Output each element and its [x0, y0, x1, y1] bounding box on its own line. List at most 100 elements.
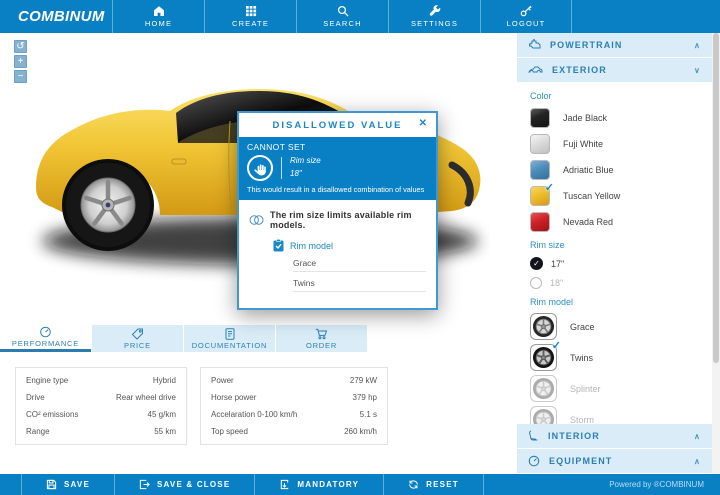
color-option-label: Fuji White — [563, 139, 604, 149]
stop-hand-icon — [247, 155, 273, 181]
performance-gauge-icon — [39, 326, 52, 338]
related-rim-twins[interactable]: Twins — [293, 272, 426, 292]
nav-search-button[interactable]: SEARCH — [296, 0, 388, 33]
rim-model-grace[interactable]: Grace — [530, 311, 712, 342]
mandatory-icon — [279, 479, 290, 490]
rim-model-label: Grace — [570, 321, 595, 332]
rim-image-storm — [530, 406, 557, 424]
section-equipment-label: EQUIPMENT — [549, 456, 613, 466]
cannot-set-banner: CANNOT SET Rim size 18" This would resul… — [239, 137, 436, 200]
save-button[interactable]: SAVE — [22, 474, 115, 495]
clipboard-check-icon — [273, 239, 284, 252]
color-option-tuscan-yellow[interactable]: ✓ Tuscan Yellow — [530, 182, 712, 209]
tab-performance[interactable]: PERFORMANCE — [0, 325, 91, 352]
chevron-down-icon: ∨ — [694, 65, 701, 75]
color-option-jade-black[interactable]: Jade Black — [530, 105, 712, 131]
limit-message: The rim size limits available rim models… — [270, 210, 412, 230]
rim-model-splinter[interactable]: Splinter — [530, 373, 712, 404]
section-exterior-label: EXTERIOR — [552, 65, 607, 75]
tab-order[interactable]: ORDER — [276, 325, 367, 352]
limits-rings-icon — [249, 214, 264, 226]
rim-model-storm[interactable]: Storm — [530, 404, 712, 424]
chevron-up-icon: ∧ — [694, 431, 701, 441]
reset-view-button[interactable]: ↺ — [14, 40, 27, 53]
nav-home-button[interactable]: HOME — [112, 0, 204, 33]
tab-performance-label: PERFORMANCE — [11, 339, 80, 348]
spec-row-topspeed: Top speed 260 km/h — [201, 423, 387, 440]
color-group-label: Color — [530, 91, 552, 101]
spec-value: 5.1 s — [359, 410, 377, 419]
color-option-label: Jade Black — [563, 113, 608, 123]
sidebar-scrollbar[interactable] — [712, 33, 720, 474]
cart-icon — [315, 328, 328, 340]
color-option-adriatic-blue[interactable]: Adriatic Blue — [530, 157, 712, 183]
tab-documentation-label: DOCUMENTATION — [191, 340, 268, 350]
chevron-up-icon: ∧ — [694, 40, 701, 50]
section-powertrain[interactable]: POWERTRAIN ∧ — [517, 33, 712, 57]
dialog-header: DISALLOWED VALUE ✕ — [239, 113, 436, 137]
banner-note: This would result in a disallowed combin… — [247, 185, 425, 194]
seat-icon — [528, 430, 539, 442]
car-icon — [528, 65, 543, 75]
save-label: SAVE — [64, 480, 90, 489]
reset-icon — [408, 479, 419, 490]
zoom-out-button[interactable]: − — [14, 70, 27, 83]
spec-row-acceleration: Accelaration 0-100 km/h 5.1 s — [201, 406, 387, 423]
section-equipment[interactable]: EQUIPMENT ∧ — [517, 449, 712, 473]
tab-documentation[interactable]: DOCUMENTATION — [184, 325, 275, 352]
color-swatch-nevada-red — [530, 212, 550, 232]
spec-label: Horse power — [211, 393, 257, 402]
related-rim-grace[interactable]: Grace — [293, 252, 426, 272]
section-exterior[interactable]: EXTERIOR ∨ — [517, 58, 712, 82]
rim-size-label: 18" — [550, 277, 564, 288]
color-swatch-tuscan-yellow: ✓ — [530, 182, 554, 206]
spec-label: Accelaration 0-100 km/h — [211, 410, 298, 419]
mandatory-label: MANDATORY — [297, 480, 360, 489]
disallowed-field-name: Rim size — [290, 156, 321, 166]
zoom-in-button[interactable]: + — [14, 55, 27, 68]
rim-model-twins[interactable]: ✓ Twins — [530, 340, 712, 373]
rim-model-label: Splinter — [570, 383, 601, 394]
spec-row-co2: CO² emissions 45 g/km — [16, 406, 186, 423]
reset-button[interactable]: RESET — [384, 474, 484, 495]
nav-logout-label: LOGOUT — [506, 19, 546, 28]
selected-check-icon: ✓ — [551, 340, 561, 352]
tab-price[interactable]: PRICE — [92, 325, 183, 352]
save-and-close-button[interactable]: SAVE & CLOSE — [115, 474, 256, 495]
nav-create-button[interactable]: CREATE — [204, 0, 296, 33]
spec-value: 260 km/h — [344, 427, 377, 436]
nav-settings-button[interactable]: SETTINGS — [388, 0, 480, 33]
disallowed-field: Rim size 18" — [290, 155, 321, 181]
price-tag-icon — [131, 328, 144, 340]
scrollbar-thumb[interactable] — [713, 33, 719, 363]
mandatory-button[interactable]: MANDATORY — [255, 474, 385, 495]
engine-icon — [528, 39, 541, 51]
document-icon — [224, 327, 236, 340]
tab-order-label: ORDER — [305, 340, 338, 350]
search-icon — [337, 5, 349, 17]
spec-label: Engine type — [26, 376, 69, 385]
spec-value: Hybrid — [152, 376, 176, 385]
spec-label: CO² emissions — [26, 410, 79, 419]
spec-table-right: Power 279 kW Horse power 379 hp Accelara… — [200, 367, 388, 445]
close-icon[interactable]: ✕ — [419, 119, 429, 129]
create-icon — [245, 5, 257, 17]
rim-size-18[interactable]: 18" — [530, 273, 712, 292]
gauge-icon — [528, 455, 540, 467]
section-interior[interactable]: INTERIOR ∧ — [517, 424, 712, 448]
app-logo: COMBINUM — [18, 8, 105, 25]
color-option-nevada-red[interactable]: Nevada Red — [530, 209, 712, 235]
color-option-label: Nevada Red — [563, 217, 614, 227]
nav-settings-label: SETTINGS — [410, 19, 459, 28]
action-bar: SAVE SAVE & CLOSE MANDATORY RESET Powere… — [0, 474, 720, 495]
chevron-up-icon: ∧ — [694, 456, 701, 466]
color-option-fuji-white[interactable]: Fuji White — [530, 131, 712, 157]
cannot-set-label: CANNOT SET — [247, 142, 306, 152]
save-and-close-label: SAVE & CLOSE — [157, 480, 231, 489]
rim-size-label: 17" — [551, 258, 565, 269]
reset-label: RESET — [426, 480, 459, 489]
rim-size-17[interactable]: ✓ 17" — [530, 254, 712, 273]
nav-search-label: SEARCH — [323, 19, 362, 28]
nav-logout-button[interactable]: LOGOUT — [480, 0, 572, 33]
disallowed-field-value: 18" — [290, 169, 302, 178]
